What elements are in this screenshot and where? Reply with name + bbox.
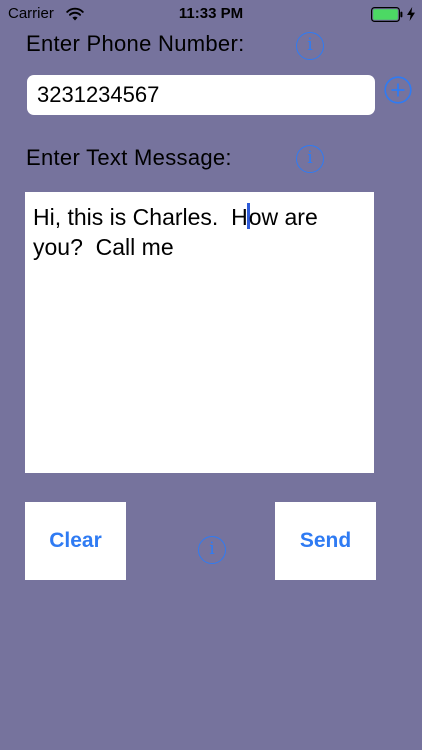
phone-number-input[interactable]	[27, 75, 375, 115]
status-time: 11:33 PM	[178, 5, 244, 22]
bottom-info-icon[interactable]: i	[198, 536, 226, 564]
send-button[interactable]: Send	[275, 502, 376, 580]
battery-icon	[371, 7, 403, 22]
phone-number-label: Enter Phone Number:	[26, 31, 245, 56]
text-message-label: Enter Text Message:	[26, 145, 232, 170]
message-info-icon[interactable]: i	[296, 145, 324, 173]
message-text-before-cursor: Hi, this is Charles. H	[33, 204, 248, 230]
status-bar: Carrier 11:33 PM	[0, 0, 422, 30]
add-contact-icon[interactable]	[384, 76, 412, 104]
charging-bolt-icon	[407, 7, 415, 21]
phone-info-icon[interactable]: i	[296, 32, 324, 60]
message-textarea[interactable]: Hi, this is Charles. How are you? Call m…	[25, 192, 374, 473]
clear-button[interactable]: Clear	[25, 502, 126, 580]
